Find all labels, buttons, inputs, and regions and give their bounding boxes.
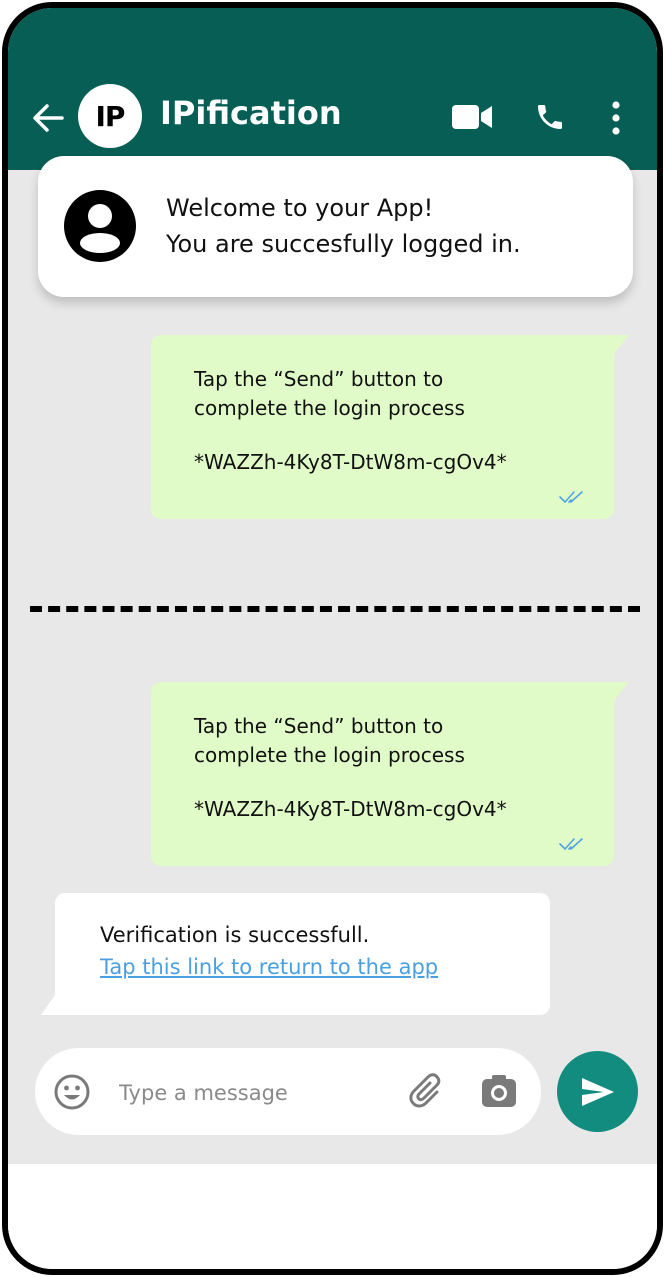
bubble-tail (613, 335, 629, 355)
phone-frame: IP IPification Welcome to your App! You … (2, 2, 663, 1275)
back-arrow-icon[interactable] (30, 100, 66, 136)
message-text: Tap the “Send” button to complete the lo… (194, 365, 465, 423)
return-to-app-link[interactable]: Tap this link to return to the app (100, 955, 438, 979)
emoji-icon[interactable] (53, 1073, 91, 1111)
contact-name[interactable]: IPification (160, 94, 342, 132)
paperclip-icon[interactable] (407, 1072, 447, 1112)
video-camera-icon[interactable] (452, 104, 492, 130)
bottom-area (8, 1164, 657, 1269)
outgoing-message[interactable]: Tap the “Send” button to complete the lo… (151, 682, 629, 866)
contact-avatar[interactable]: IP (78, 84, 142, 148)
message-line-1: Tap the “Send” button to (194, 367, 444, 391)
message-input[interactable] (117, 1072, 401, 1114)
outgoing-message[interactable]: Tap the “Send” button to complete the lo… (151, 335, 629, 519)
login-code: *WAZZh-4Ky8T-DtW8m-cgOv4* (194, 797, 507, 821)
camera-icon[interactable] (481, 1074, 517, 1108)
login-notification[interactable]: Welcome to your App! You are succesfully… (38, 156, 633, 297)
bubble-tail (613, 682, 629, 702)
incoming-message: Verification is successfull. Tap this li… (41, 893, 550, 1015)
avatar-initials: IP (95, 99, 126, 133)
message-composer (35, 1048, 541, 1135)
login-code: *WAZZh-4Ky8T-DtW8m-cgOv4* (194, 450, 507, 474)
message-line-2: complete the login process (194, 396, 465, 420)
section-divider (30, 606, 640, 612)
double-check-icon (559, 491, 583, 504)
chat-header: IP IPification (8, 8, 657, 170)
notification-line-2: You are succesfully logged in. (166, 230, 521, 258)
message-line-2: complete the login process (194, 743, 465, 767)
more-vertical-icon[interactable] (608, 100, 624, 136)
notification-text: Welcome to your App! You are succesfully… (166, 190, 521, 262)
send-button[interactable] (557, 1051, 638, 1132)
message-text: Tap the “Send” button to complete the lo… (194, 712, 465, 770)
notification-line-1: Welcome to your App! (166, 194, 434, 222)
phone-icon[interactable] (534, 101, 566, 133)
send-icon (581, 1077, 614, 1106)
bubble-tail (41, 995, 55, 1015)
user-icon (64, 190, 136, 262)
double-check-icon (559, 838, 583, 851)
verification-text: Verification is successfull. (100, 923, 370, 947)
message-line-1: Tap the “Send” button to (194, 714, 444, 738)
